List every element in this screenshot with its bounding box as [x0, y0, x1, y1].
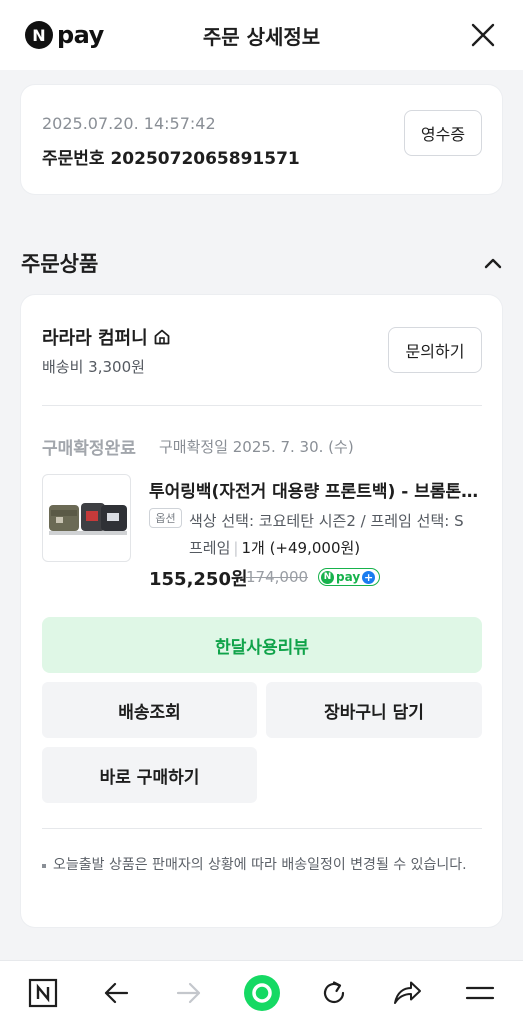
- bullet-icon: [42, 864, 46, 868]
- page-title: 주문 상세정보: [202, 25, 321, 49]
- order-datetime: 2025.07.20. 14:57:42: [42, 114, 216, 133]
- seller-name[interactable]: 라라라 컴퍼니: [42, 324, 148, 350]
- product-thumbnail[interactable]: [42, 474, 131, 562]
- green-dot-icon[interactable]: [242, 974, 282, 1012]
- purchase-status: 구매확정완료: [42, 439, 136, 459]
- menu-icon[interactable]: [460, 974, 500, 1012]
- share-icon[interactable]: [387, 974, 427, 1012]
- section-title-order-items: 주문상품: [21, 252, 99, 276]
- shipping-notice: 오늘출발 상품은 판매자의 상황에 따라 배송일정이 변경될 수 있습니다.: [42, 854, 482, 877]
- product-name[interactable]: 투어링백(자전거 대용량 프론트백) - 브롬톤 프레임: [149, 477, 482, 502]
- sale-price: 155,250원: [149, 569, 248, 590]
- shipping-fee: 배송비 3,300원: [42, 358, 145, 376]
- seller-name-row[interactable]: 라라라 컴퍼니: [42, 324, 171, 350]
- option-text-block: 색상 선택: 코요테탄 시즌2 / 프레임 선택: S 프레임 | 1개 (+49,…: [189, 508, 482, 562]
- order-info-card: 2025.07.20. 14:57:42 주문번호 20250720658915…: [21, 85, 502, 194]
- refresh-icon[interactable]: [314, 974, 354, 1012]
- close-icon[interactable]: [469, 21, 497, 49]
- monthly-review-button[interactable]: 한달사용리뷰: [42, 617, 482, 673]
- top-bar: N pay 주문 상세정보: [0, 0, 523, 70]
- forward-arrow-icon[interactable]: [169, 974, 209, 1012]
- naver-home-icon[interactable]: [23, 974, 63, 1012]
- buy-now-button[interactable]: 바로 구매하기: [42, 747, 257, 803]
- divider: [42, 828, 482, 829]
- original-price: 174,000: [246, 568, 309, 586]
- track-delivery-button[interactable]: 배송조회: [42, 682, 257, 738]
- back-arrow-icon[interactable]: [96, 974, 136, 1012]
- option-separator: |: [233, 539, 239, 557]
- divider: [42, 405, 482, 406]
- add-to-cart-button[interactable]: 장바구니 담기: [266, 682, 482, 738]
- option-quantity: 1개 (+49,000원): [241, 539, 361, 557]
- receipt-button[interactable]: 영수증: [404, 110, 482, 156]
- plus-icon: +: [362, 570, 376, 584]
- inquiry-button[interactable]: 문의하기: [388, 327, 482, 373]
- bottom-nav-bar: [0, 960, 523, 1024]
- npay-plus-badge: N pay +: [318, 568, 381, 586]
- npay-badge-text: pay: [336, 570, 361, 584]
- option-badge: 옵션: [149, 508, 182, 528]
- shipping-notice-text: 오늘출발 상품은 판매자의 상황에 따라 배송일정이 변경될 수 있습니다.: [53, 857, 467, 873]
- chevron-up-icon[interactable]: [482, 253, 504, 275]
- product-card: 라라라 컴퍼니 배송비 3,300원 문의하기 구매확정완료 구매확정일 202…: [21, 295, 502, 927]
- store-home-icon: [154, 329, 170, 345]
- npay-badge-n: N: [321, 570, 334, 584]
- order-number: 주문번호 2025072065891571: [42, 149, 300, 169]
- purchase-confirm-date: 구매확정일 2025. 7. 30. (수): [159, 438, 354, 456]
